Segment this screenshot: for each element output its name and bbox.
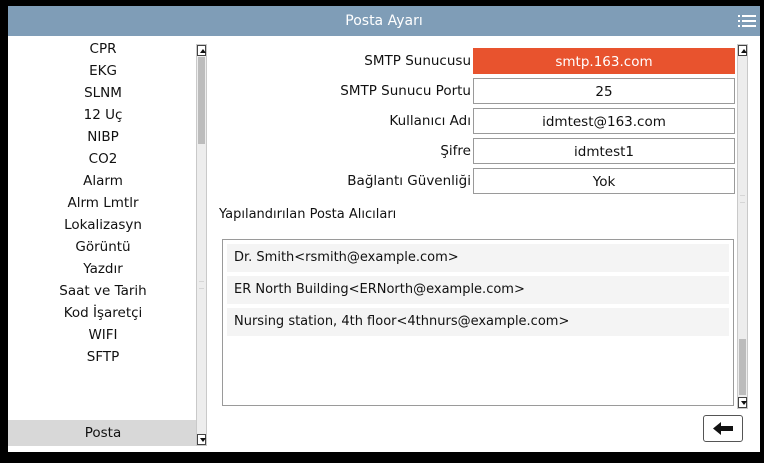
username-label: Kullanıcı Adı: [389, 113, 471, 129]
scroll-up-arrow-icon[interactable]: [197, 45, 206, 56]
smtp-port-label: SMTP Sunucu Portu: [340, 83, 471, 99]
smtp-port-field[interactable]: 25: [473, 78, 735, 104]
sidebar-item-12-lead[interactable]: 12 Uç: [8, 104, 198, 126]
sidebar-item-date-time[interactable]: Saat ve Tarih: [8, 280, 198, 302]
scrollbar-thumb[interactable]: [739, 339, 746, 395]
sidebar-item-alarm-limits[interactable]: Alrm Lmtlr: [8, 192, 198, 214]
window-title: Posta Ayarı: [345, 13, 423, 29]
back-arrow-icon: [713, 422, 733, 435]
list-item[interactable]: ER North Building<ERNorth@example.com>: [227, 276, 729, 304]
sidebar-item-alarm[interactable]: Alarm: [8, 170, 198, 192]
scroll-down-arrow-icon[interactable]: [197, 434, 206, 445]
content-scrollbar[interactable]: [737, 44, 748, 409]
sidebar-item-localization[interactable]: Lokalizasyn: [8, 214, 198, 236]
list-item[interactable]: Dr. Smith<rsmith@example.com>: [227, 244, 729, 272]
back-button[interactable]: [703, 415, 743, 442]
sidebar-item-co2[interactable]: CO2: [8, 148, 198, 170]
sidebar-item-sftp[interactable]: SFTP: [8, 346, 198, 368]
recipients-section-label: Yapılandırılan Posta Alıcıları: [219, 207, 397, 222]
sidebar-item-wifi[interactable]: WIFI: [8, 324, 198, 346]
mail-settings-window: Posta Ayarı CPR EKG SLNM 12 Uç NIBP CO2 …: [8, 6, 760, 452]
sidebar-item-cpr[interactable]: CPR: [8, 38, 198, 60]
scroll-grip-icon: [199, 281, 204, 289]
connection-security-field[interactable]: Yok: [473, 168, 735, 194]
title-bar: Posta Ayarı: [8, 6, 760, 36]
hamburger-menu-icon[interactable]: [738, 12, 756, 30]
username-field[interactable]: idmtest@163.com: [473, 108, 735, 134]
sidebar-item-mail[interactable]: Posta: [8, 420, 198, 446]
list-item[interactable]: Nursing station, 4th floor<4thnurs@examp…: [227, 308, 729, 336]
connection-security-label: Bağlantı Güvenliği: [347, 173, 471, 189]
smtp-server-label: SMTP Sunucusu: [364, 53, 471, 69]
settings-sidebar: CPR EKG SLNM 12 Uç NIBP CO2 Alarm Alrm L…: [8, 36, 208, 452]
scroll-grip-icon: [740, 195, 745, 203]
smtp-server-field[interactable]: smtp.163.com: [473, 48, 735, 74]
sidebar-item-nibp[interactable]: NIBP: [8, 126, 198, 148]
password-label: Şifre: [440, 143, 471, 159]
password-field[interactable]: idmtest1: [473, 138, 735, 164]
sidebar-item-display[interactable]: Görüntü: [8, 236, 198, 258]
recipients-list: Dr. Smith<rsmith@example.com> ER North B…: [222, 239, 734, 406]
scrollbar-thumb[interactable]: [198, 57, 205, 144]
scroll-up-arrow-icon[interactable]: [738, 45, 747, 56]
sidebar-item-code-marker[interactable]: Kod İşaretçi: [8, 302, 198, 324]
sidebar-item-ekg[interactable]: EKG: [8, 60, 198, 82]
sidebar-scrollbar[interactable]: [196, 44, 207, 446]
scroll-down-arrow-icon[interactable]: [738, 397, 747, 408]
sidebar-item-print[interactable]: Yazdır: [8, 258, 198, 280]
sidebar-item-slnm[interactable]: SLNM: [8, 82, 198, 104]
